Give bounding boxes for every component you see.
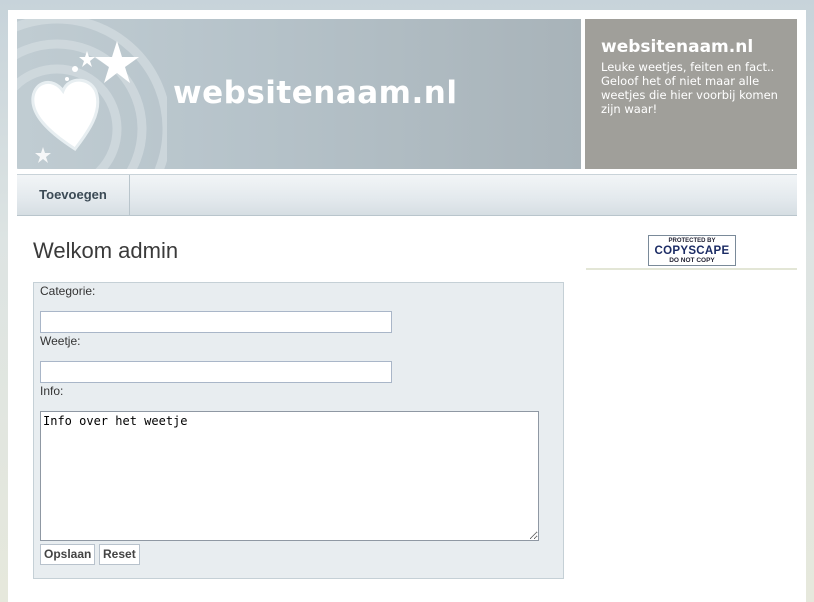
weetje-label: Weetje:: [40, 334, 81, 348]
heart-stars-logo-icon: [17, 19, 167, 169]
nav-item-toevoegen[interactable]: Toevoegen: [17, 175, 130, 215]
page-container: websitenaam.nl websitenaam.nl Leuke weet…: [8, 10, 806, 602]
weetje-input[interactable]: [40, 361, 392, 383]
info-textarea[interactable]: Info over het weetje: [40, 411, 539, 541]
info-panel-title: websitenaam.nl: [601, 37, 754, 57]
main-navigation: Toevoegen: [17, 174, 797, 216]
header-banner: websitenaam.nl: [17, 19, 581, 169]
copyscape-top-text: PROTECTED BY: [668, 238, 716, 244]
sidebar-divider: [586, 268, 797, 270]
info-label: Info:: [40, 384, 64, 398]
copyscape-bottom-text: DO NOT COPY: [669, 257, 715, 264]
header-info-panel: websitenaam.nl Leuke weetjes, feiten en …: [585, 19, 797, 169]
categorie-input[interactable]: [40, 311, 392, 333]
info-panel-text: Leuke weetjes, feiten en fact.. Geloof h…: [601, 60, 778, 116]
page-title: Welkom admin: [33, 238, 179, 263]
reset-button[interactable]: Reset: [99, 544, 140, 565]
save-button[interactable]: Opslaan: [40, 544, 96, 565]
copyscape-badge[interactable]: PROTECTED BY COPYSCAPE DO NOT COPY: [648, 235, 736, 266]
copyscape-logo-text: COPYSCAPE: [654, 245, 730, 257]
add-weetje-form: Categorie: Weetje: Info: Info over het w…: [33, 282, 564, 579]
site-title: websitenaam.nl: [173, 75, 458, 111]
categorie-label: Categorie:: [40, 284, 96, 298]
